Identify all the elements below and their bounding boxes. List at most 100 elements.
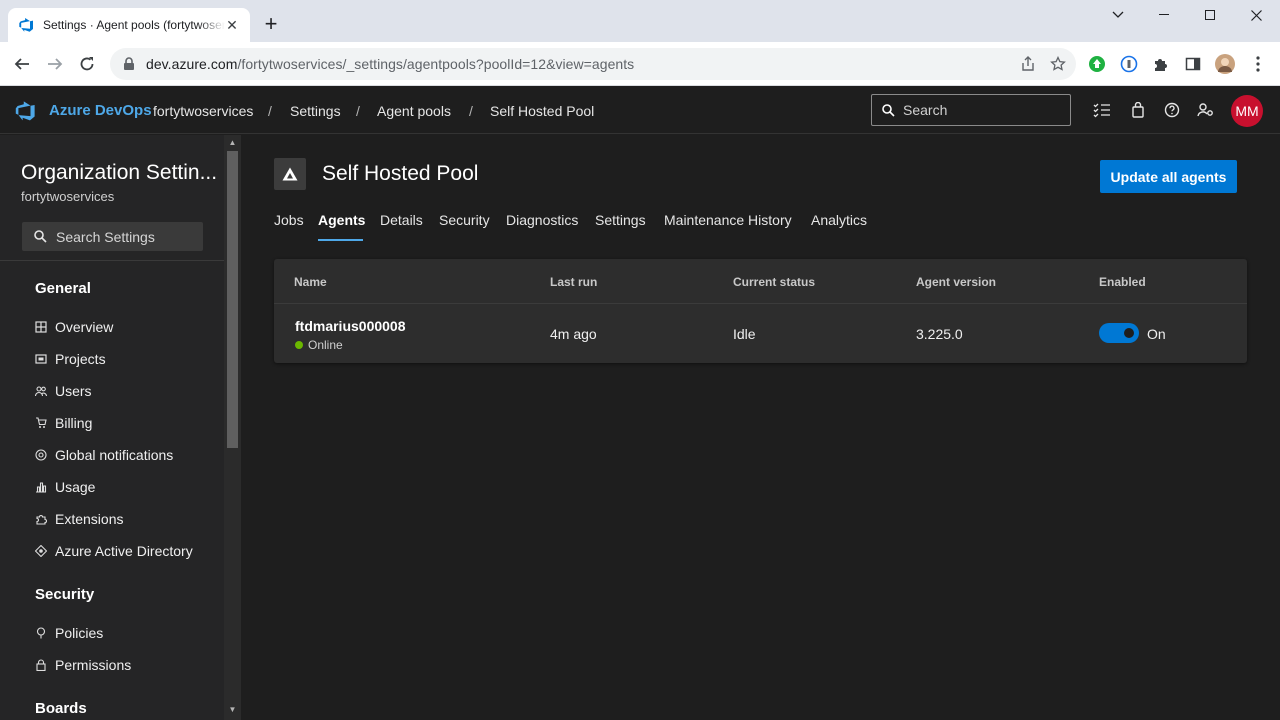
policies-icon (36, 627, 46, 639)
profile-avatar-icon[interactable] (1215, 54, 1235, 74)
sidebar-item-azure-active-directory[interactable]: Azure Active Directory (35, 541, 193, 561)
back-arrow-icon[interactable] (10, 52, 34, 76)
tab-jobs[interactable]: Jobs (274, 212, 304, 242)
agents-table: Name Last run Current status Agent versi… (274, 259, 1247, 363)
projects-icon (35, 354, 47, 364)
column-header-last-run[interactable]: Last run (550, 275, 597, 289)
top-search-box[interactable] (871, 94, 1071, 126)
user-settings-icon[interactable] (1196, 100, 1216, 120)
browser-tab-title: Settings · Agent pools (fortytwoservices… (43, 18, 225, 32)
scroll-up-arrow-icon[interactable]: ▲ (228, 139, 237, 147)
tab-details[interactable]: Details (380, 212, 423, 242)
active-tab-indicator (318, 239, 363, 241)
tab-close-icon[interactable]: ✕ (224, 17, 240, 33)
user-avatar[interactable]: MM (1231, 95, 1263, 127)
settings-search-box[interactable] (22, 222, 203, 251)
tab-diagnostics[interactable]: Diagnostics (506, 212, 578, 242)
tab-maintenance-history[interactable]: Maintenance History (664, 212, 792, 242)
star-icon[interactable] (1050, 56, 1066, 72)
breadcrumb-separator: / (268, 103, 272, 119)
column-header-name[interactable]: Name (294, 275, 327, 289)
sidebar-item-projects[interactable]: Projects (35, 349, 106, 369)
tab-agents[interactable]: Agents (318, 212, 365, 242)
lock-icon (124, 57, 134, 70)
settings-search-input[interactable] (56, 228, 196, 245)
header-divider (274, 303, 1247, 304)
column-header-agent-version[interactable]: Agent version (916, 275, 996, 289)
minimize-icon[interactable] (1141, 4, 1187, 26)
notifications-icon (35, 449, 47, 461)
sidebar-item-permissions[interactable]: Permissions (35, 655, 131, 675)
forward-arrow-icon[interactable] (43, 52, 67, 76)
url-path: /fortytwoservices/_settings/agentpools?p… (237, 56, 635, 72)
browser-tabstrip: Settings · Agent pools (fortytwoservices… (0, 0, 1280, 42)
breadcrumb-agent-pools[interactable]: Agent pools (377, 103, 451, 119)
search-icon (34, 230, 47, 243)
sidebar-item-policies[interactable]: Policies (35, 623, 103, 643)
usage-icon (36, 482, 47, 493)
search-icon (882, 103, 895, 117)
kebab-menu-icon[interactable] (1248, 54, 1268, 74)
sidebar-heading-general: General (35, 280, 91, 297)
azure-devops-logo-icon[interactable] (14, 100, 36, 122)
azure-devops-favicon-icon (19, 18, 33, 32)
scroll-down-arrow-icon[interactable]: ▼ (228, 706, 237, 714)
agent-name[interactable]: ftdmarius000008 (295, 318, 406, 334)
breadcrumb-separator: / (469, 103, 473, 119)
address-url: dev.azure.com/fortytwoservices/_settings… (146, 56, 634, 72)
reload-icon[interactable] (75, 52, 99, 76)
scrollbar-thumb[interactable] (227, 151, 238, 448)
column-header-enabled[interactable]: Enabled (1099, 275, 1146, 289)
sidebar-item-label: Global notifications (55, 447, 174, 463)
overview-icon (35, 321, 47, 333)
sidebar-item-extensions[interactable]: Extensions (35, 509, 123, 529)
agent-version: 3.225.0 (916, 326, 963, 342)
new-tab-icon[interactable]: + (260, 13, 282, 36)
sidebar-item-users[interactable]: Users (35, 381, 92, 401)
maximize-icon[interactable] (1187, 4, 1233, 26)
update-all-agents-button[interactable]: Update all agents (1100, 160, 1237, 193)
browser-toolbar: dev.azure.com/fortytwoservices/_settings… (0, 42, 1280, 86)
sidebar-item-usage[interactable]: Usage (35, 477, 95, 497)
breadcrumb-pool[interactable]: Self Hosted Pool (490, 103, 594, 119)
browser-tab[interactable]: Settings · Agent pools (fortytwoservices… (8, 8, 250, 42)
puzzle-extensions-icon[interactable] (1151, 54, 1171, 74)
sidebar-scrollbar[interactable]: ▲ ▼ (224, 135, 241, 720)
chevron-down-icon[interactable] (1095, 4, 1141, 26)
column-header-current-status[interactable]: Current status (733, 275, 815, 289)
marketplace-bag-icon[interactable] (1128, 100, 1148, 120)
tab-analytics[interactable]: Analytics (811, 212, 867, 242)
online-status-dot-icon (295, 341, 303, 349)
agent-last-run: 4m ago (550, 326, 597, 342)
breadcrumb-separator: / (356, 103, 360, 119)
sidebar-item-label: Overview (55, 319, 114, 335)
sidebar-divider (0, 260, 224, 261)
help-icon[interactable] (1162, 100, 1182, 120)
share-icon[interactable] (1020, 56, 1036, 72)
agent-enabled-toggle[interactable] (1099, 323, 1139, 343)
breadcrumb-organization[interactable]: fortytwoservices (153, 103, 253, 119)
tab-security[interactable]: Security (439, 212, 490, 242)
side-panel-icon[interactable] (1183, 54, 1203, 74)
billing-icon (36, 417, 47, 428)
agent-online-label: Online (308, 338, 343, 352)
brand-name[interactable]: Azure DevOps (49, 102, 152, 119)
sidebar-item-billing[interactable]: Billing (35, 413, 92, 433)
sidebar-item-overview[interactable]: Overview (35, 317, 113, 337)
sidebar-item-label: Projects (55, 351, 106, 367)
top-search-input[interactable] (903, 102, 1053, 118)
sidebar-item-label: Azure Active Directory (55, 543, 193, 559)
close-window-icon[interactable] (1233, 4, 1279, 26)
work-items-checklist-icon[interactable] (1092, 100, 1112, 120)
green-extension-icon[interactable] (1087, 54, 1107, 74)
breadcrumb-settings[interactable]: Settings (290, 103, 341, 119)
address-bar[interactable]: dev.azure.com/fortytwoservices/_settings… (110, 48, 1076, 80)
password-manager-icon[interactable] (1119, 54, 1139, 74)
ado-header: Azure DevOps fortytwoservices / Settings… (0, 86, 1280, 134)
azure-ad-icon (35, 545, 47, 557)
sidebar-item-label: Policies (55, 625, 104, 641)
tab-settings[interactable]: Settings (595, 212, 646, 242)
sidebar-item-global-notifications[interactable]: Global notifications (35, 445, 173, 465)
agent-current-status: Idle (733, 326, 756, 342)
page-title: Self Hosted Pool (322, 162, 479, 185)
